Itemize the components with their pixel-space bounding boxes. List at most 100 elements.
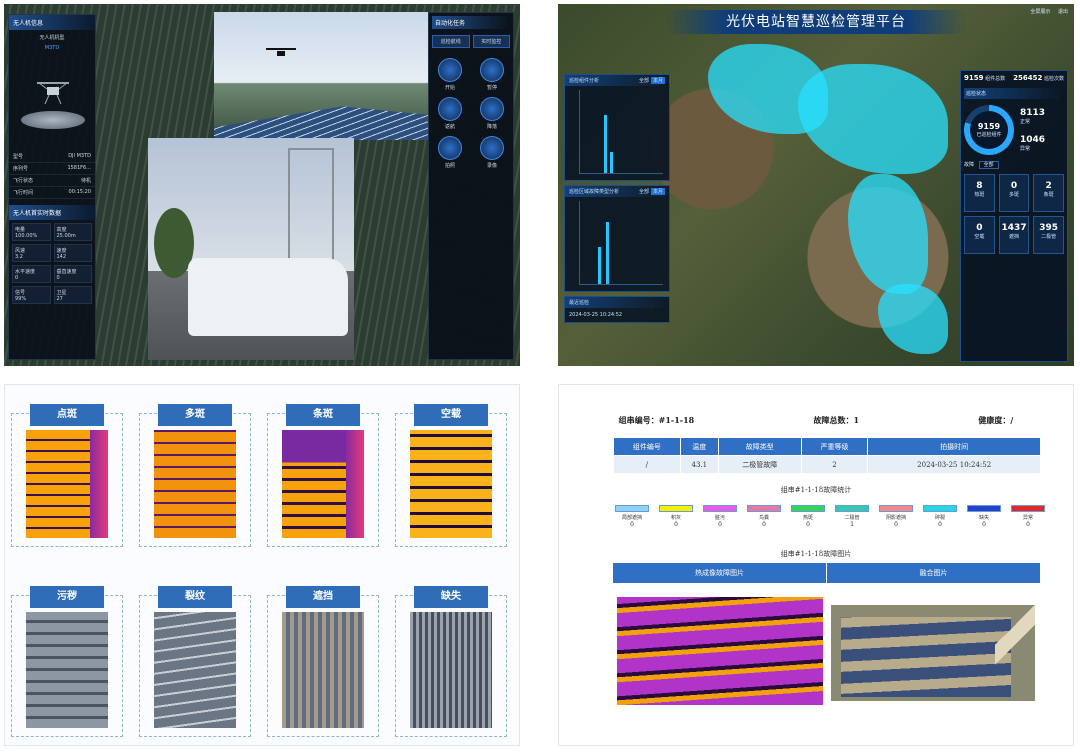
kpi-total: 9159 组件总数	[964, 74, 1006, 82]
defect-card: 遮挡	[267, 586, 379, 737]
visible-image	[410, 612, 492, 728]
drone-field-row: 型号 DJI M3TD	[9, 151, 95, 163]
legend-item: 脏污 0	[703, 505, 737, 528]
table-row: / 43.1 二极管故障 2 2024-03-25 10:24:52	[613, 455, 1041, 474]
visible-image	[154, 612, 236, 728]
images-title: 组串#1-1-18故障图片	[780, 550, 852, 558]
defect-card: 点斑	[11, 404, 123, 547]
control-land-button[interactable]: 降落	[474, 97, 510, 130]
defect-card: 条斑	[267, 404, 379, 547]
bar	[598, 246, 601, 284]
ring-label: 已巡检组件	[976, 132, 1002, 138]
stat-card[interactable]: 1437 遮挡	[998, 216, 1030, 254]
kpi-count: 256452 巡检次数	[1013, 74, 1064, 82]
defect-card: 多斑	[139, 404, 251, 547]
fusion-image-header: 融合图片	[827, 563, 1041, 583]
month-button[interactable]: 本月	[650, 188, 665, 195]
fault-type-analysis-panel: 巡检区域故障类型分析 本月 全部	[564, 185, 670, 292]
fault-filter: 故障 全部	[964, 161, 1064, 169]
pause-icon	[480, 58, 504, 82]
video-icon	[480, 136, 504, 160]
metric-cell: 电量 100.00%	[12, 223, 51, 241]
ring-side-values: 8113 正常 1046 异常	[1020, 108, 1046, 152]
drone-field-row: 飞行时间 00:15:20	[9, 187, 95, 199]
status-title: 巡检状态	[964, 88, 1064, 99]
stat-card[interactable]: 2 条斑	[1033, 174, 1064, 212]
pv-area	[848, 174, 928, 294]
thermal-image	[26, 430, 108, 538]
drone-name: 无人机机型	[39, 35, 65, 41]
visible-image	[26, 612, 108, 728]
start-icon	[438, 58, 462, 82]
col-header: 温度	[679, 437, 719, 456]
auto-task-title: 自动化任务	[432, 16, 510, 29]
fault-stat-grid: 8 热斑 0 多斑 2 条斑 0 空载 1437 遮挡 395 二极管	[964, 174, 1064, 254]
control-pause-button[interactable]: 暂停	[474, 58, 510, 91]
string-id: 组串编号：#1-1-18	[618, 415, 695, 425]
drone-field-row: 飞行状态 待机	[9, 175, 95, 187]
panel-title: 巡检组件分析	[569, 78, 600, 84]
kpi-top-row: 9159 组件总数 256452 巡检次数	[964, 74, 1064, 82]
all-button[interactable]: 全部	[637, 188, 651, 195]
tab-route[interactable]: 巡检航线	[432, 35, 470, 48]
visible-image	[282, 612, 364, 728]
component-bar-chart	[579, 90, 663, 174]
thermal-fault-image	[617, 597, 823, 705]
control-start-button[interactable]: 开始	[432, 58, 468, 91]
panel-title: 巡检区域故障类型分析	[569, 189, 620, 195]
health-score: 健康度：/	[978, 415, 1014, 425]
cell: 2024-03-25 10:24:52	[867, 455, 1041, 474]
ring-value: 9159	[977, 122, 1001, 131]
image-headers: 热成像故障图片 融合图片	[613, 563, 1041, 583]
control-record-button[interactable]: 录像	[474, 136, 510, 169]
fault-legend: 局部遮挡 0 积灰 0 脏污 0 鸟粪 0 热斑 0 二极管 1 阴影遮挡 0 碎裂 0 缺失 0…	[615, 505, 1045, 528]
control-return-button[interactable]: 返航	[432, 97, 468, 130]
bar	[610, 152, 613, 173]
thermal-image-header: 热成像故障图片	[613, 563, 827, 583]
filter-select[interactable]: 全部	[978, 161, 999, 169]
control-button-grid: 开始 暂停 返航 降落 拍照 录像	[432, 58, 510, 169]
metric-cell: 垂直速度 0	[53, 265, 92, 283]
fault-report-panel: 组串编号：#1-1-18 故障总数：1 健康度：/ 组件编号 温度 故障类型 严…	[558, 384, 1074, 746]
fault-bar-chart	[579, 201, 663, 285]
pv-area	[878, 284, 948, 354]
legend-item: 局部遮挡 0	[615, 505, 649, 528]
realtime-data-title: 无人机首实时数据	[9, 205, 95, 220]
tab-monitor[interactable]: 实时监控	[472, 35, 510, 48]
stat-card[interactable]: 0 多斑	[998, 174, 1030, 212]
legend-item: 异常 0	[1011, 505, 1045, 528]
drone-platform	[21, 111, 85, 129]
stats-title: 组串#1-1-18故障统计	[780, 486, 852, 494]
bar	[604, 114, 607, 173]
stat-card[interactable]: 8 热斑	[964, 174, 995, 212]
metric-cell: 卫星 27	[53, 286, 92, 304]
component-analysis-panel: 巡检组件分析 本月 全部	[564, 74, 670, 181]
legend-item: 缺失 0	[967, 505, 1001, 528]
defect-label: 空载	[414, 404, 488, 426]
fullscreen-button[interactable]: 全屏展示	[1030, 9, 1050, 15]
legend-item: 阴影遮挡 0	[879, 505, 913, 528]
platform-dashboard-screenshot: 光伏电站智慧巡检管理平台 全屏展示 退出 巡检组件分析 本月 全部 巡检区域故障…	[558, 4, 1074, 366]
fault-detail-table: 组件编号 温度 故障类型 严重等级 拍摄时间 / 43.1 二极管故障 2 20…	[613, 437, 1041, 474]
thermal-image	[154, 430, 236, 538]
drone-icon	[37, 82, 69, 105]
status-right-panel: 9159 组件总数 256452 巡检次数 巡检状态 9159 已巡检组件 81…	[960, 70, 1068, 362]
thermal-image	[282, 430, 364, 538]
defect-label: 缺失	[414, 586, 488, 608]
defect-card: 空载	[395, 404, 507, 547]
hill-solar-panels	[214, 106, 428, 140]
table-header-row: 组件编号 温度 故障类型 严重等级 拍摄时间	[613, 437, 1041, 456]
stat-card[interactable]: 0 空载	[964, 216, 995, 254]
platform-title: 光伏电站智慧巡检管理平台	[666, 10, 966, 34]
thermal-image	[410, 430, 492, 538]
all-button[interactable]: 全部	[637, 77, 651, 84]
col-header: 严重等级	[800, 437, 869, 456]
drone-flight-photo	[214, 12, 428, 140]
report-header: 组串编号：#1-1-18 故障总数：1 健康度：/	[559, 415, 1073, 426]
month-button[interactable]: 本月	[650, 77, 665, 84]
exit-button[interactable]: 退出	[1058, 9, 1068, 15]
analysis-left-panels: 巡检组件分析 本月 全部 巡检区域故障类型分析 本月 全部 最近巡检 2024-…	[564, 74, 670, 360]
control-photo-button[interactable]: 拍照	[432, 136, 468, 169]
stat-card[interactable]: 395 二极管	[1033, 216, 1064, 254]
drone-3d-view	[9, 51, 95, 151]
